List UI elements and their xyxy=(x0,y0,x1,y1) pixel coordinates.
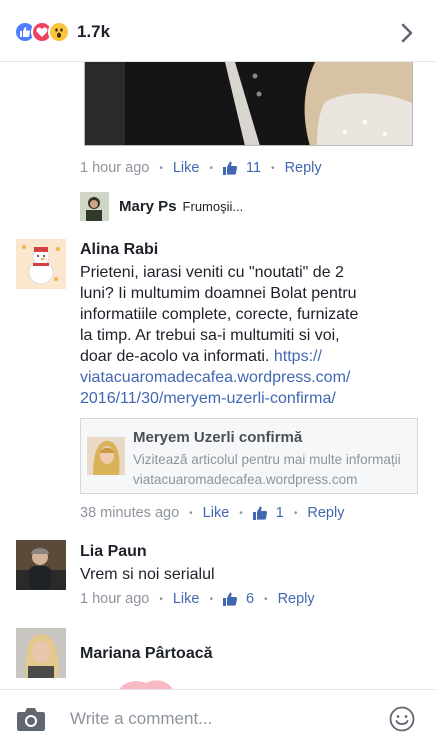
link-preview-title[interactable]: Meryem Uzerli confirmă xyxy=(133,429,302,446)
avatar[interactable] xyxy=(16,239,66,289)
reply-text: Frumoşii... xyxy=(182,199,244,214)
reply-author-name[interactable]: Mary Ps xyxy=(119,198,177,215)
separator: • xyxy=(264,593,268,605)
post-photo[interactable] xyxy=(84,62,413,146)
comment-composer xyxy=(0,689,435,747)
reactions-header[interactable]: 1.7k xyxy=(0,0,435,62)
thumbs-up-icon xyxy=(222,161,238,175)
separator: • xyxy=(271,162,275,174)
comment-line: doar de-acolo va informati. xyxy=(80,348,270,365)
comment-author-name[interactable]: Lia Paun xyxy=(80,543,147,561)
reply-preview[interactable]: Mary Ps Frumoşii... xyxy=(80,192,243,221)
comment-author-name[interactable]: Mariana Pârtoacă xyxy=(80,645,213,663)
emoji-icon[interactable] xyxy=(389,706,415,732)
separator: • xyxy=(209,162,213,174)
avatar[interactable] xyxy=(80,192,109,221)
reaction-count: 1.7k xyxy=(77,22,111,41)
comment-meta: 38 minutes ago • Like • 1 • Reply xyxy=(80,505,344,521)
separator: • xyxy=(239,507,243,519)
post-like-button[interactable]: Like xyxy=(173,160,200,176)
comment-like-button[interactable]: Like xyxy=(173,591,200,607)
link-preview-card[interactable]: Meryem Uzerli confirmă Vizitează articol… xyxy=(80,418,418,494)
comment-text: Prieteni, iarasi veniti cu "noutati" de … xyxy=(80,262,420,409)
post-meta: 1 hour ago • Like • 11 • Reply xyxy=(80,160,322,176)
post-reply-button[interactable]: Reply xyxy=(285,160,322,176)
comment-link[interactable]: viatacuaromadecafea.wordpress.com/ xyxy=(80,369,350,386)
comment-timestamp: 38 minutes ago xyxy=(80,505,180,521)
link-preview-domain: viatacuaromadecafea.wordpress.com xyxy=(133,472,358,487)
comment-like-count[interactable]: 6 xyxy=(222,591,254,607)
thumbs-up-icon xyxy=(222,592,238,606)
post-timestamp: 1 hour ago xyxy=(80,160,150,176)
comment-meta: 1 hour ago • Like • 6 • Reply xyxy=(80,591,315,607)
separator: • xyxy=(189,507,193,519)
comment-line: la timp. Ar trebui sa-i multumiti si voi… xyxy=(80,327,340,344)
avatar[interactable] xyxy=(16,628,66,678)
comment-author-name[interactable]: Alina Rabi xyxy=(80,241,158,259)
comment-link[interactable]: https:// xyxy=(274,348,322,365)
comment-line: luni? Ii multumim doamnei Bolat pentru xyxy=(80,285,357,302)
comment-input[interactable] xyxy=(70,704,370,734)
avatar[interactable] xyxy=(16,540,66,590)
comment-like-count[interactable]: 1 xyxy=(252,505,284,521)
separator: • xyxy=(209,593,213,605)
comment-line: Prieteni, iarasi veniti cu "noutati" de … xyxy=(80,264,344,281)
comment-text: Vrem si noi serialul xyxy=(80,566,215,583)
thumbs-up-icon xyxy=(252,506,267,520)
chevron-right-icon[interactable] xyxy=(399,22,415,44)
link-preview-description: Vizitează articolul pentru mai multe inf… xyxy=(133,452,401,467)
comment-reply-button[interactable]: Reply xyxy=(278,591,315,607)
comment-reply-button[interactable]: Reply xyxy=(307,505,344,521)
wow-reaction-icon xyxy=(48,21,70,43)
camera-icon[interactable] xyxy=(16,706,46,732)
comment-like-button[interactable]: Like xyxy=(203,505,230,521)
link-preview-thumbnail xyxy=(87,437,125,475)
comment-link[interactable]: 2016/11/30/meryem-uzerli-confirma/ xyxy=(80,390,336,407)
comment-timestamp: 1 hour ago xyxy=(80,591,150,607)
separator: • xyxy=(159,593,163,605)
separator: • xyxy=(293,507,298,519)
reactions-summary[interactable]: 1.7k xyxy=(14,21,110,43)
post-like-count[interactable]: 11 xyxy=(222,160,261,176)
comment-line: informatiile complete, corecte, furnizat… xyxy=(80,306,359,323)
separator: • xyxy=(159,162,163,174)
